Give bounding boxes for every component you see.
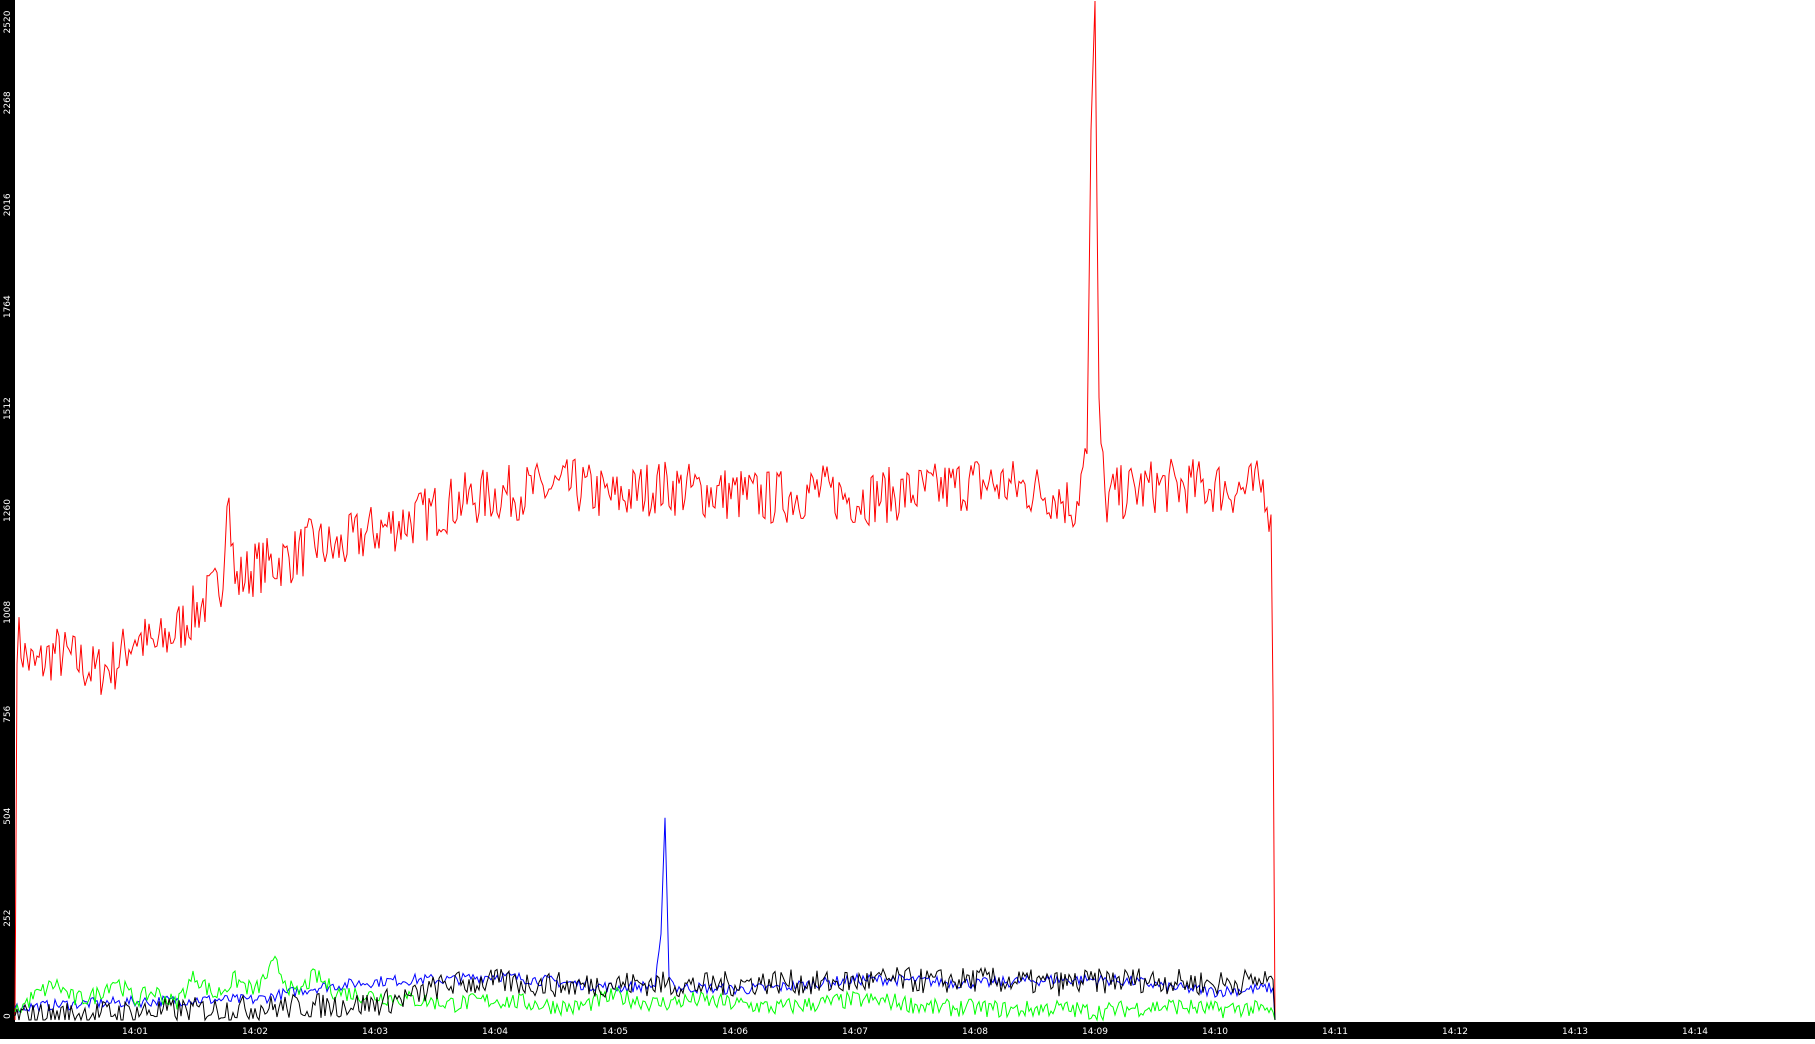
x-tick-label: 14:12	[1442, 1027, 1468, 1037]
y-tick-label: 252	[3, 910, 13, 927]
chart: 0 252 504 756 1008 1260 1512 1764 2016 2268 2520 1…	[0, 0, 1815, 1039]
x-tick-label: 14:03	[362, 1027, 388, 1037]
y-tick-label: 504	[3, 807, 13, 824]
x-tick-label: 14:05	[602, 1027, 628, 1037]
y-tick-label: 756	[3, 705, 13, 722]
x-tick-label: 14:14	[1682, 1027, 1708, 1037]
x-tick-label: 14:06	[722, 1027, 748, 1037]
x-tick-label: 14:09	[1082, 1027, 1108, 1037]
x-tick-label: 14:11	[1322, 1027, 1348, 1037]
y-tick-label: 1008	[3, 601, 13, 624]
y-tick-label: 0	[3, 1013, 13, 1019]
y-tick-label: 2268	[3, 91, 13, 114]
y-tick-label: 2016	[3, 193, 13, 216]
x-axis-bar	[0, 1022, 1815, 1039]
y-tick-label: 2520	[3, 10, 13, 33]
x-tick-label: 14:08	[962, 1027, 988, 1037]
chart-svg: 0 252 504 756 1008 1260 1512 1764 2016 2268 2520 1…	[0, 0, 1815, 1039]
x-tick-label: 14:01	[122, 1027, 148, 1037]
x-tick-label: 14:10	[1202, 1027, 1228, 1037]
x-tick-label: 14:13	[1562, 1027, 1588, 1037]
plot-background	[0, 0, 1815, 1039]
y-tick-label: 1260	[3, 499, 13, 522]
x-tick-label: 14:02	[242, 1027, 268, 1037]
x-tick-label: 14:04	[482, 1027, 508, 1037]
y-tick-label: 1764	[3, 295, 13, 318]
x-tick-label: 14:07	[842, 1027, 868, 1037]
y-tick-label: 1512	[3, 397, 13, 420]
